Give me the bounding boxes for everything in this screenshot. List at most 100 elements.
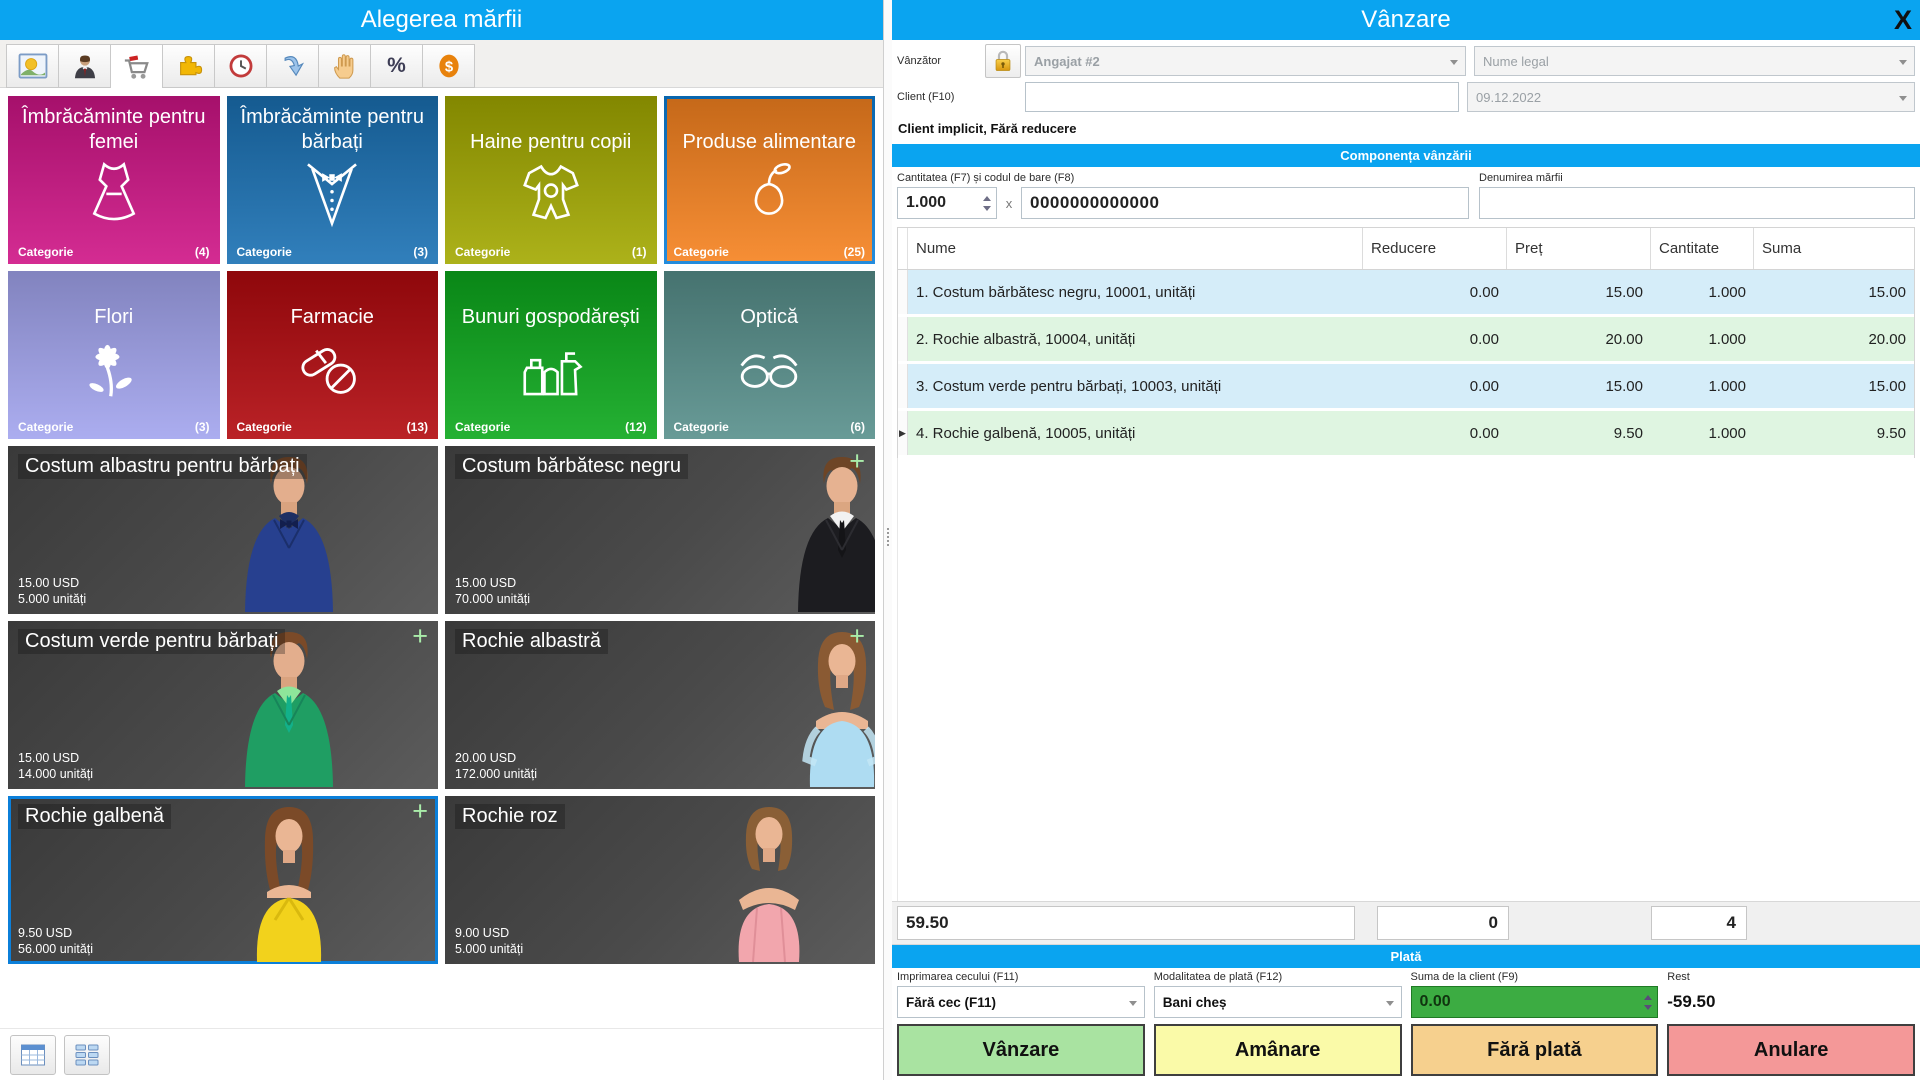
splitter-grip-icon <box>887 528 889 546</box>
table-empty-area <box>897 458 1915 901</box>
product-grid: Costum albastru pentru bărbați 15.00 USD <box>8 446 875 964</box>
sale-composition-header: Componența vânzării <box>892 144 1920 167</box>
payment-controls: Imprimarea cecului (F11) Fără cec (F11) … <box>892 968 1920 1018</box>
rest-value: -59.50 <box>1667 992 1716 1011</box>
table-row-current[interactable]: ▶ 4. Rochie galbenă, 10005, unități 0.00… <box>898 411 1914 458</box>
postpone-button[interactable]: Amânare <box>1153 1024 1402 1076</box>
glasses-icon <box>740 354 798 388</box>
date-select[interactable]: 09.12.2022 <box>1467 82 1915 112</box>
panel-splitter[interactable] <box>884 0 892 1080</box>
grid-view-icon <box>74 1043 100 1067</box>
clock-icon <box>227 52 255 80</box>
spinner-up-icon[interactable] <box>983 195 991 201</box>
toolbar-cash-button[interactable]: $ <box>422 44 475 88</box>
table-row[interactable]: 2. Rochie albastră, 10004, unități 0.00 … <box>898 317 1914 364</box>
legal-name-select[interactable]: Nume legal <box>1474 46 1915 76</box>
barcode-input[interactable]: 0000000000000 <box>1021 187 1469 219</box>
column-header-suma: Suma <box>1762 240 1802 257</box>
product-tile-rochie-roz[interactable]: Rochie roz 9.00 USD 5.000 unități <box>445 796 875 964</box>
sale-panel-title-text: Vânzare <box>1361 6 1451 33</box>
list-view-icon <box>20 1043 46 1067</box>
client-input[interactable] <box>1025 82 1459 112</box>
column-header-reducere: Reducere <box>1363 228 1507 269</box>
rest-label: Rest <box>1667 971 1690 983</box>
flower-icon <box>89 344 132 397</box>
product-price: 15.00 USD 14.000 unități <box>18 750 94 781</box>
category-tile-produse-alimentare[interactable]: Produse alimentare Categorie (25) <box>663 96 875 264</box>
payment-section-header: Plată <box>892 945 1920 968</box>
product-tile-costum-albastru[interactable]: Costum albastru pentru bărbați 15.00 USD <box>8 446 438 614</box>
amount-spinner <box>1639 994 1657 1010</box>
payment-method-select[interactable]: Bani cheș <box>1153 986 1402 1018</box>
spinner-up-icon[interactable] <box>1644 994 1653 1000</box>
sale-items-table: Nume Reducere Preț Cantitate Suma 1. Cos… <box>897 227 1915 458</box>
chevron-down-icon <box>1128 1001 1137 1006</box>
add-product-icon: + <box>412 621 428 651</box>
puzzle-icon <box>175 53 203 79</box>
total-sum-value: 59.50 <box>897 906 1355 940</box>
client-amount-label: Suma de la client (F9) <box>1410 971 1519 983</box>
category-tile-flori[interactable]: Flori Categorie (3) <box>8 271 220 439</box>
sale-panel-title: Vânzare X <box>892 0 1920 40</box>
table-row[interactable]: 1. Costum bărbătesc negru, 10001, unităț… <box>898 270 1914 317</box>
category-tile-haine-copii[interactable]: Haine pentru copii Categorie (1) <box>445 96 657 264</box>
toolbar-hold-button[interactable] <box>318 44 371 88</box>
chevron-down-icon <box>1450 60 1458 65</box>
table-row[interactable]: 3. Costum verde pentru bărbați, 10003, u… <box>898 364 1914 411</box>
add-product-icon: + <box>849 621 865 651</box>
column-header-cantitate: Cantitate <box>1651 228 1754 269</box>
spinner-down-icon[interactable] <box>1644 1004 1653 1010</box>
category-tile-bunuri-gospodaresti[interactable]: Bunuri gospodărești Categorie (12) <box>445 271 657 439</box>
product-tile-rochie-albastra[interactable]: Rochie albastră + 20.00 USD 172.000 unit… <box>445 621 875 789</box>
sale-header-form: Vânzător Angajat #2 Nume legal Client (F… <box>892 40 1920 119</box>
toolbar-history-button[interactable] <box>214 44 267 88</box>
list-view-button[interactable] <box>10 1035 56 1075</box>
toolbar-plugins-button[interactable] <box>162 44 215 88</box>
close-icon[interactable]: X <box>1894 2 1912 38</box>
chevron-down-icon <box>1899 60 1907 65</box>
receipt-print-select[interactable]: Fără cec (F11) <box>897 986 1145 1018</box>
toolbar-customer-button[interactable] <box>58 44 111 88</box>
pills-icon <box>301 348 357 394</box>
item-entry-area: Cantitatea (F7) și codul de bare (F8) 1.… <box>892 167 1920 223</box>
percent-icon: % <box>387 54 406 77</box>
toolbar-discount-button[interactable]: % <box>370 44 423 88</box>
category-tile-optica[interactable]: Optică Categorie (6) <box>663 271 875 439</box>
cancel-button[interactable]: Anulare <box>1667 1024 1915 1076</box>
product-price: 9.00 USD 5.000 unități <box>455 925 524 956</box>
client-note: Client implicit, Fără reducere <box>898 121 1077 136</box>
no-payment-button[interactable]: Fără plată <box>1410 1024 1659 1076</box>
current-row-marker-icon: ▶ <box>899 427 906 438</box>
times-label: x <box>1005 195 1013 211</box>
spinner-down-icon[interactable] <box>983 205 991 211</box>
toolbar-gallery-button[interactable] <box>6 44 59 88</box>
toolbar-cart-button[interactable] <box>110 44 163 89</box>
category-tile-imbracaminte-femei[interactable]: Îmbrăcăminte pentru femei Categorie (4) <box>8 96 220 264</box>
grid-view-button[interactable] <box>64 1035 110 1075</box>
seller-select[interactable]: Angajat #2 <box>1025 46 1466 76</box>
product-name-input[interactable] <box>1479 187 1915 219</box>
lock-icon <box>995 50 1011 71</box>
dress-icon <box>92 162 136 221</box>
toolbar-return-button[interactable] <box>266 44 319 88</box>
household-goods-icon <box>523 352 583 396</box>
category-tile-imbracaminte-barbati[interactable]: Îmbrăcăminte pentru bărbați Categorie (3) <box>226 96 438 264</box>
product-tile-rochie-galbena[interactable]: Rochie galbenă + 9.50 USD 56.000 unități <box>8 796 438 964</box>
client-label: Client (F10) <box>897 91 955 103</box>
category-tile-farmacie[interactable]: Farmacie Categorie (13) <box>226 271 438 439</box>
column-header-pret: Preț <box>1507 228 1651 269</box>
quantity-stepper[interactable]: 1.000 <box>897 187 997 219</box>
product-tile-costum-verde[interactable]: Costum verde pentru bărbați + 15.00 USD … <box>8 621 438 789</box>
sale-button[interactable]: Vânzare <box>897 1024 1145 1076</box>
qty-barcode-label: Cantitatea (F7) și codul de bare (F8) <box>897 172 1075 184</box>
category-count: (25) <box>843 245 865 259</box>
quantity-spinner <box>978 195 996 211</box>
product-photo-woman-yellow-dress <box>256 807 322 962</box>
lock-button[interactable] <box>985 44 1021 78</box>
left-toolbar: % $ <box>0 40 883 89</box>
add-product-icon: + <box>412 796 428 826</box>
pos-window: Alegerea mărfii % $ Îmbrăcăminte pentru … <box>0 0 1920 1080</box>
category-grid: Îmbrăcăminte pentru femei Categorie (4) Î… <box>8 96 875 439</box>
client-amount-input[interactable]: 0.00 <box>1410 986 1659 1018</box>
product-tile-costum-negru[interactable]: Costum bărbătesc negru + 15.00 USD 70.00… <box>445 446 875 614</box>
